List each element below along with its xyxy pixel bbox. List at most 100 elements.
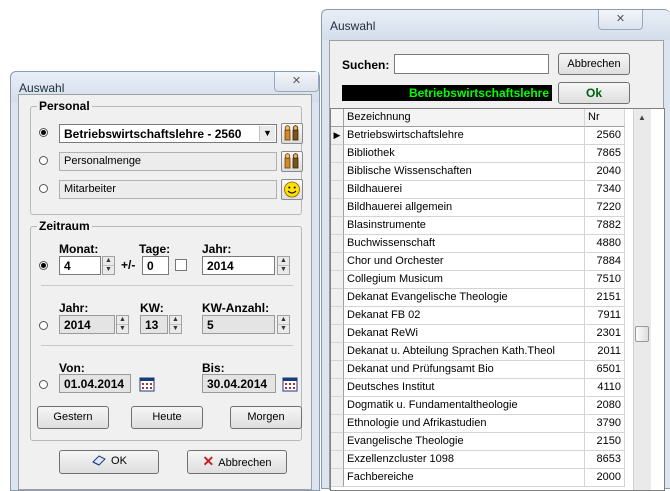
row-nr: 2080: [585, 397, 625, 415]
gestern-button[interactable]: Gestern: [37, 406, 109, 429]
row-bezeichnung: Bildhauerei: [344, 181, 585, 199]
table-row[interactable]: ▶ Betriebswirtschaftslehre 2560: [331, 127, 626, 145]
kw-anzahl-input[interactable]: 5: [202, 315, 275, 334]
row-nr: 2011: [585, 343, 625, 361]
scrollbar-thumb[interactable]: [635, 326, 649, 342]
search-input[interactable]: [394, 54, 549, 74]
row-indicator[interactable]: [331, 415, 344, 433]
tage-label: Tage:: [139, 242, 171, 256]
radio-personalmenge[interactable]: [39, 156, 48, 165]
row-indicator[interactable]: [331, 379, 344, 397]
radio-personal-org[interactable]: [39, 128, 48, 137]
current-row-indicator-icon[interactable]: ▶: [331, 127, 344, 145]
calendar-icon[interactable]: [282, 376, 298, 392]
grid-header: Bezeichnung Nr: [331, 109, 626, 127]
row-nr: 7510: [585, 271, 625, 289]
heute-button[interactable]: Heute: [131, 406, 203, 429]
row-indicator[interactable]: [331, 199, 344, 217]
mitarbeiter-field[interactable]: Mitarbeiter: [59, 180, 277, 199]
row-indicator[interactable]: [331, 289, 344, 307]
right-dialog-title: Auswahl: [330, 19, 376, 33]
jahr2-spinner[interactable]: ▲ ▼: [116, 315, 129, 334]
table-row[interactable]: Bibliothek 7865: [331, 145, 626, 163]
table-row[interactable]: Collegium Musicum 7510: [331, 271, 626, 289]
monat-spinner[interactable]: ▲ ▼: [102, 256, 115, 275]
monat-input[interactable]: 4: [59, 256, 101, 275]
tage-input[interactable]: 0: [142, 256, 169, 275]
row-indicator[interactable]: [331, 433, 344, 451]
grid-vertical-scrollbar[interactable]: ▲: [633, 109, 651, 490]
table-row[interactable]: Deutsches Institut 4110: [331, 379, 626, 397]
table-row[interactable]: Bildhauerei allgemein 7220: [331, 199, 626, 217]
row-indicator[interactable]: [331, 343, 344, 361]
table-row[interactable]: Exzellenzcluster 1098 8653: [331, 451, 626, 469]
table-row[interactable]: Dekanat Evangelische Theologie 2151: [331, 289, 626, 307]
row-indicator[interactable]: [331, 217, 344, 235]
kw-anzahl-spinner[interactable]: ▲ ▼: [277, 315, 290, 334]
row-indicator[interactable]: [331, 163, 344, 181]
kw-input[interactable]: 13: [140, 315, 168, 334]
row-indicator[interactable]: [331, 145, 344, 163]
table-row[interactable]: Ethnologie und Afrikastudien 3790: [331, 415, 626, 433]
ok-button[interactable]: OK: [59, 450, 159, 474]
personalmenge-field[interactable]: Personalmenge: [59, 152, 277, 171]
right-close-button[interactable]: ✕: [598, 10, 643, 30]
left-close-button[interactable]: ✕: [274, 72, 319, 92]
table-row[interactable]: Dogmatik u. Fundamentaltheologie 2080: [331, 397, 626, 415]
radio-kw[interactable]: [39, 321, 48, 330]
department-grid: Bezeichnung Nr ▶ Betriebswirtschaftslehre…: [330, 108, 665, 491]
table-row[interactable]: Blasinstrumente 7882: [331, 217, 626, 235]
jahr-input[interactable]: 2014: [202, 256, 275, 275]
bis-input[interactable]: 30.04.2014: [202, 374, 276, 393]
scroll-up-icon[interactable]: ▲: [634, 109, 650, 126]
org-combo[interactable]: Betriebswirtschaftslehre - 2560 ▼: [59, 124, 277, 143]
kw-spinner[interactable]: ▲ ▼: [169, 315, 182, 334]
tage-checkbox[interactable]: [175, 259, 187, 271]
right-dialog-window: Auswahl ✕ Suchen: Abbrechen Betriebswirt…: [321, 9, 670, 491]
calendar-icon[interactable]: [139, 376, 155, 392]
table-row[interactable]: Fachbereiche 2000: [331, 469, 626, 487]
row-bezeichnung: Dekanat u. Abteilung Sprachen Kath.Theol: [344, 343, 585, 361]
morgen-button[interactable]: Morgen: [230, 406, 302, 429]
row-indicator[interactable]: [331, 307, 344, 325]
row-indicator[interactable]: [331, 361, 344, 379]
table-row[interactable]: Biblische Wissenschaften 2040: [331, 163, 626, 181]
jahr-spinner[interactable]: ▲ ▼: [277, 256, 290, 275]
table-row[interactable]: Dekanat und Prüfungsamt Bio 6501: [331, 361, 626, 379]
grid-header-indicator: [331, 109, 344, 127]
radio-von-bis[interactable]: [39, 380, 48, 389]
row-indicator[interactable]: [331, 253, 344, 271]
row-indicator[interactable]: [331, 469, 344, 487]
table-row[interactable]: Bildhauerei 7340: [331, 181, 626, 199]
mitarbeiter-button[interactable]: [281, 179, 303, 200]
row-indicator[interactable]: [331, 397, 344, 415]
table-row[interactable]: Dekanat ReWi 2301: [331, 325, 626, 343]
suchen-abbrechen-button[interactable]: Abbrechen: [558, 53, 630, 75]
table-row[interactable]: Dekanat u. Abteilung Sprachen Kath.Theol…: [331, 343, 626, 361]
row-bezeichnung: Exzellenzcluster 1098: [344, 451, 585, 469]
table-row[interactable]: Buchwissenschaft 4880: [331, 235, 626, 253]
smiley-icon: [284, 181, 300, 198]
ok-confirm-button[interactable]: Ok: [558, 82, 630, 104]
chevron-down-icon[interactable]: ▼: [259, 126, 275, 141]
radio-monat[interactable]: [39, 261, 48, 270]
von-input[interactable]: 01.04.2014: [59, 374, 131, 393]
row-indicator[interactable]: [331, 325, 344, 343]
table-row[interactable]: Chor und Orchester 7884: [331, 253, 626, 271]
org-combo-value: Betriebswirtschaftslehre - 2560: [64, 127, 242, 141]
radio-mitarbeiter[interactable]: [39, 184, 48, 193]
row-indicator[interactable]: [331, 451, 344, 469]
org-group-button[interactable]: [281, 123, 303, 144]
row-indicator[interactable]: [331, 271, 344, 289]
row-indicator[interactable]: [331, 235, 344, 253]
column-header-bezeichnung[interactable]: Bezeichnung: [344, 109, 585, 127]
column-header-nr[interactable]: Nr: [585, 109, 625, 127]
personalmenge-group-button[interactable]: [281, 151, 303, 172]
row-indicator[interactable]: [331, 181, 344, 199]
abbrechen-button[interactable]: ✕ Abbrechen: [187, 450, 287, 474]
table-row[interactable]: Dekanat FB 02 7911: [331, 307, 626, 325]
jahr2-input[interactable]: 2014: [59, 315, 115, 334]
table-row[interactable]: Evangelische Theologie 2150: [331, 433, 626, 451]
kw-label: KW:: [140, 301, 164, 315]
jahr-label: Jahr:: [202, 242, 232, 256]
